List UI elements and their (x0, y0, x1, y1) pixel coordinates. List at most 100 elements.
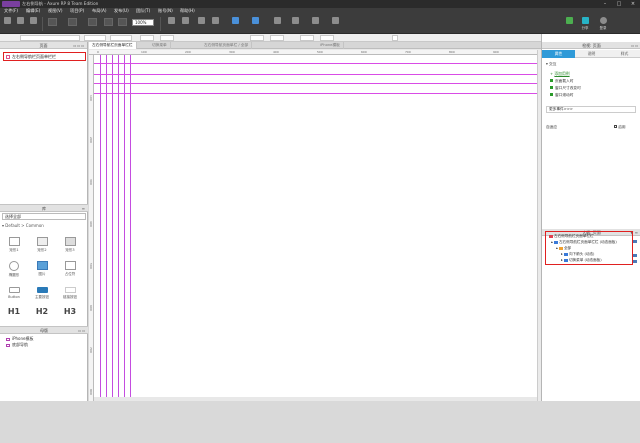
widget-ellipse[interactable]: 椭圆形 (0, 259, 28, 283)
guide-line[interactable] (106, 55, 107, 397)
open-file-icon[interactable] (15, 16, 25, 32)
ungroup-icon[interactable] (210, 16, 220, 32)
minimize-icon[interactable]: – (598, 0, 612, 8)
ruler-tick-label: 500 (89, 263, 93, 269)
tab-notes[interactable]: 说明 (575, 50, 608, 58)
font-weight-select[interactable] (110, 35, 132, 41)
close-icon[interactable]: × (626, 0, 640, 8)
widget-placeholder[interactable]: 占位符 (56, 259, 84, 283)
master-item[interactable]: 底部导航 (6, 342, 28, 348)
guide-line[interactable] (94, 74, 537, 75)
adaptive-label: 自适应 (546, 125, 558, 129)
format-painter-icon[interactable] (104, 18, 113, 26)
library-select[interactable]: 选择全部 (2, 213, 86, 220)
fill-color-picker[interactable] (160, 35, 174, 41)
add-case-link[interactable]: + 添加用例 (550, 71, 570, 77)
font-size-select[interactable] (84, 35, 106, 41)
align-icon[interactable] (230, 16, 240, 32)
library-menu-icon[interactable]: ≡ (82, 205, 85, 212)
maximize-icon[interactable]: □ (612, 0, 626, 8)
interactions-section[interactable]: ▾ 交互 (546, 62, 556, 67)
outline-item-page[interactable]: 左右侧导航栏页面单栏栏 (549, 234, 594, 239)
guide-line[interactable] (94, 63, 537, 64)
zoom-select[interactable]: 100% (132, 19, 154, 26)
text-color-picker[interactable] (140, 35, 154, 41)
widget-label: 主要按钮 (35, 295, 49, 299)
guide-line[interactable] (94, 93, 537, 94)
title-bar: 左右侧导航 - Axure RP 8 Team Edition – □ × (0, 0, 640, 8)
visibility-icon[interactable] (633, 254, 637, 257)
event-item[interactable]: 窗口滚动时 (550, 93, 573, 98)
outline-item-arrow[interactable]: ▸ 向下箭头 (动态) (561, 252, 594, 257)
lock-icon[interactable] (272, 16, 282, 32)
ruler-tick-label: 300 (229, 50, 235, 54)
new-file-icon[interactable] (2, 16, 12, 32)
tab-current-page[interactable]: 左右侧导航栏页面单栏栏 (89, 42, 137, 49)
w-field[interactable] (300, 35, 314, 41)
outline-label: 切换菜单 (动态面板) (568, 258, 602, 262)
inspector-tools-icon[interactable]: ▫ ▫ (631, 42, 638, 49)
widget-image[interactable]: 图片 (28, 259, 56, 283)
connector-icon[interactable] (68, 18, 77, 26)
event-label: 窗口尺寸改变时 (555, 86, 581, 90)
tab-page[interactable]: 切换菜单 (149, 42, 171, 49)
right-icon[interactable] (330, 16, 340, 32)
widget-button[interactable]: Button (0, 283, 28, 307)
h-field[interactable] (320, 35, 334, 41)
guide-line[interactable] (112, 55, 113, 397)
event-item[interactable]: 页面载入时 (550, 79, 573, 84)
rectangle-icon (8, 237, 20, 246)
visibility-icon[interactable] (633, 240, 637, 243)
login-button[interactable]: 登录 (596, 16, 610, 32)
masters-tools-icon[interactable]: ▫ ▫ (78, 327, 85, 334)
visibility-icon[interactable] (633, 260, 637, 263)
outline-item-state[interactable]: ▴ 全部 (556, 246, 571, 251)
pen-icon[interactable] (88, 18, 97, 26)
font-family-select[interactable] (20, 35, 80, 41)
guide-line[interactable] (130, 55, 131, 397)
page-item[interactable]: 左右侧导航栏页面单栏栏 (3, 52, 86, 61)
widget-link-button[interactable]: 链接按钮 (56, 283, 84, 307)
distribute-icon[interactable] (250, 16, 260, 32)
hidden-checkbox[interactable] (392, 35, 398, 41)
pages-tools-icon[interactable]: ▫ ▫ ▫ (73, 42, 84, 49)
save-icon[interactable] (28, 16, 38, 32)
preview-icon[interactable] (563, 16, 575, 32)
guide-line[interactable] (124, 55, 125, 397)
inspector-tabs: 属性 说明 样式 (542, 50, 640, 58)
outline-item-panel[interactable]: ▴ 左右侧导航栏页面单栏栏 (动态面板) (551, 240, 617, 245)
x-field[interactable] (250, 35, 264, 41)
guide-line[interactable] (118, 55, 119, 397)
widget-rect3[interactable]: 矩形3 (56, 235, 84, 259)
tab-page[interactable]: 左右侧导航页面单栏 / 全部 (201, 42, 253, 49)
event-item[interactable]: 窗口尺寸改变时 (550, 86, 581, 91)
y-field[interactable] (270, 35, 284, 41)
widget-primary-button[interactable]: 主要按钮 (28, 283, 56, 307)
guide-line[interactable] (100, 55, 101, 397)
more-events-select[interactable]: 更多事件>>> (546, 106, 636, 113)
unlock-icon[interactable] (290, 16, 300, 32)
selection-mode-icon[interactable] (48, 18, 57, 26)
widget-rect2[interactable]: 矩形2 (28, 235, 56, 259)
left-icon[interactable] (310, 16, 320, 32)
master-label: 底部导航 (12, 342, 28, 347)
library-group-title[interactable]: ▾ Default > Common (2, 223, 44, 228)
enable-label: 启用 (618, 125, 626, 129)
widget-label: Button (8, 295, 20, 299)
guide-line[interactable] (94, 83, 537, 84)
crop-icon[interactable] (118, 18, 127, 26)
tab-style[interactable]: 样式 (608, 50, 640, 58)
top-layer-icon[interactable] (166, 16, 176, 32)
design-canvas[interactable] (94, 55, 537, 397)
ruler-tick-label: 800 (89, 389, 93, 395)
bottom-layer-icon[interactable] (180, 16, 190, 32)
h3-text: H3 (63, 307, 77, 316)
widget-rect1[interactable]: 矩形1 (0, 235, 28, 259)
outline-item-menu[interactable]: ▸ 切换菜单 (动态面板) (561, 258, 602, 263)
enable-checkbox[interactable]: 启用 (614, 125, 626, 130)
tab-properties[interactable]: 属性 (542, 50, 575, 58)
ruler-tick-label: 200 (89, 137, 93, 143)
tab-page[interactable]: iPhone模板 (317, 42, 344, 49)
group-icon[interactable] (196, 16, 206, 32)
share-button[interactable]: 分享 (578, 16, 592, 32)
